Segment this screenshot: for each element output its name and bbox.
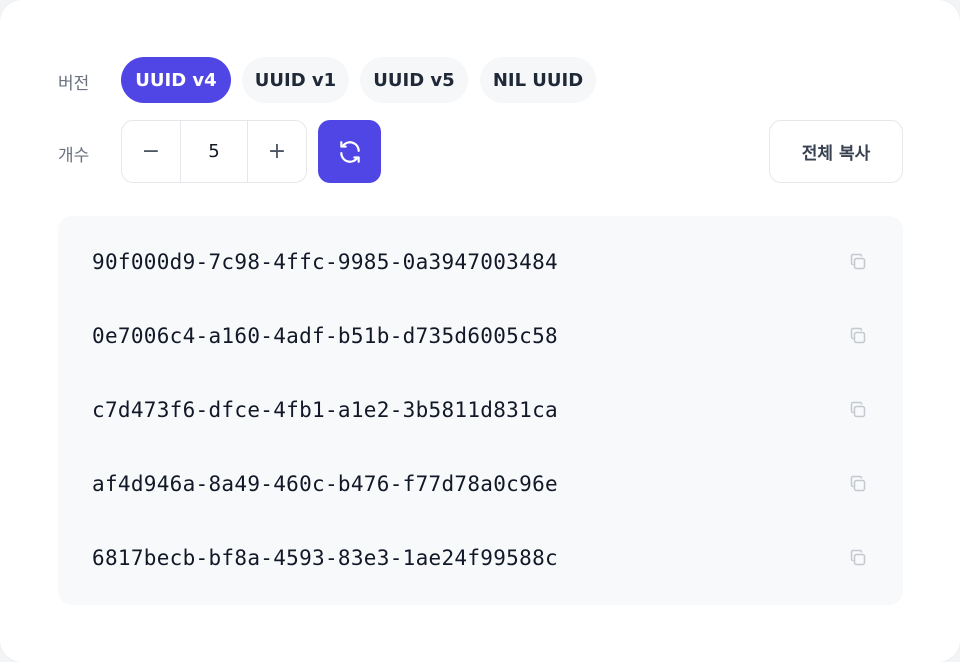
copy-all-button[interactable]: 전체 복사 xyxy=(769,120,903,183)
uuid-list: 90f000d9-7c98-4ffc-9985-0a3947003484 0e7… xyxy=(58,216,903,605)
version-label: 버전 xyxy=(58,74,90,94)
increment-button[interactable]: + xyxy=(248,121,306,182)
count-label: 개수 xyxy=(58,146,90,166)
copy-icon[interactable] xyxy=(848,326,868,346)
uuid-value: 0e7006c4-a160-4adf-b51b-d735d6005c58 xyxy=(92,324,558,348)
count-stepper: − 5 + xyxy=(121,120,307,183)
uuid-value: 90f000d9-7c98-4ffc-9985-0a3947003484 xyxy=(92,250,558,274)
list-item: af4d946a-8a49-460c-b476-f77d78a0c96e xyxy=(58,447,903,521)
copy-icon[interactable] xyxy=(848,400,868,420)
uuid-value: 6817becb-bf8a-4593-83e3-1ae24f99588c xyxy=(92,546,558,570)
copy-icon[interactable] xyxy=(848,548,868,568)
uuid-value: c7d473f6-dfce-4fb1-a1e2-3b5811d831ca xyxy=(92,398,558,422)
list-item: 0e7006c4-a160-4adf-b51b-d735d6005c58 xyxy=(58,299,903,373)
list-item: 6817becb-bf8a-4593-83e3-1ae24f99588c xyxy=(58,521,903,595)
version-option-uuid-v4[interactable]: UUID v4 xyxy=(121,57,231,103)
uuid-value: af4d946a-8a49-460c-b476-f77d78a0c96e xyxy=(92,472,558,496)
uuid-generator-card: 버전 UUID v4 UUID v1 UUID v5 NIL UUID 개수 −… xyxy=(0,0,960,662)
version-option-nil-uuid[interactable]: NIL UUID xyxy=(480,57,596,103)
list-item: c7d473f6-dfce-4fb1-a1e2-3b5811d831ca xyxy=(58,373,903,447)
copy-icon[interactable] xyxy=(848,252,868,272)
count-value[interactable]: 5 xyxy=(181,121,248,182)
copy-icon[interactable] xyxy=(848,474,868,494)
list-item: 90f000d9-7c98-4ffc-9985-0a3947003484 xyxy=(58,225,903,299)
refresh-icon xyxy=(339,140,360,163)
version-option-uuid-v5[interactable]: UUID v5 xyxy=(360,57,468,103)
version-option-uuid-v1[interactable]: UUID v1 xyxy=(242,57,349,103)
decrement-button[interactable]: − xyxy=(122,121,181,182)
regenerate-button[interactable] xyxy=(318,120,381,183)
